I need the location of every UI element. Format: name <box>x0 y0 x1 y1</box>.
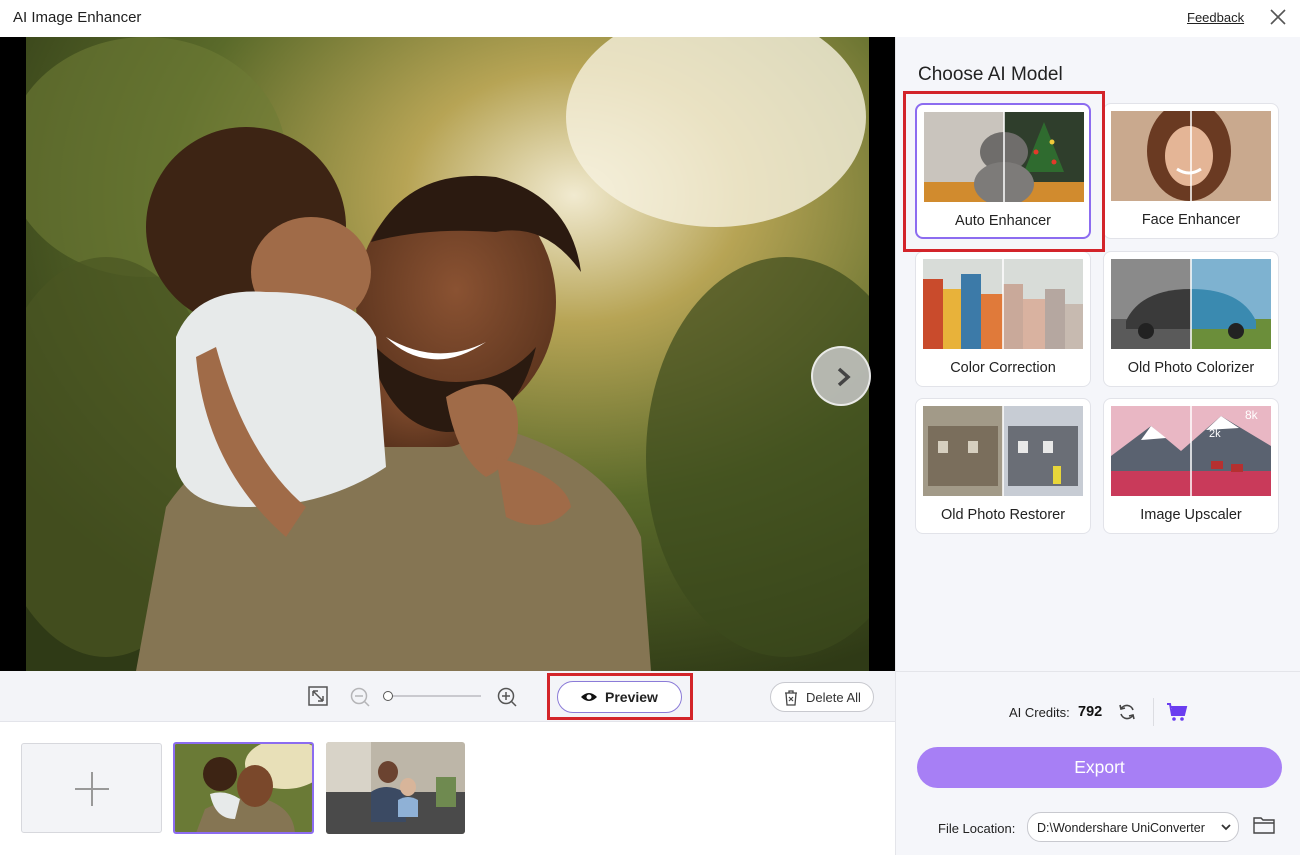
zoom-in-icon[interactable] <box>496 686 518 708</box>
feedback-link[interactable]: Feedback <box>1187 10 1244 25</box>
model-label: Old Photo Colorizer <box>1127 360 1255 376</box>
preview-label: Preview <box>605 689 658 705</box>
face-enhancer-preview <box>1111 111 1271 201</box>
eye-icon <box>581 693 597 701</box>
app-title: AI Image Enhancer <box>13 9 142 26</box>
trash-icon <box>785 690 797 706</box>
thumbnail-strip <box>0 722 895 855</box>
file-location-select[interactable]: D:\Wondershare UniConverter <box>1027 812 1239 842</box>
panel-divider <box>896 671 1300 672</box>
folder-icon[interactable] <box>1253 815 1275 835</box>
ai-credits-value: 792 <box>1078 704 1103 720</box>
model-card-face-enhancer[interactable]: Face Enhancer <box>1103 103 1279 239</box>
thumbnail-2[interactable] <box>326 742 465 834</box>
main-photo <box>26 37 869 671</box>
model-label: Face Enhancer <box>1141 212 1241 228</box>
zoom-slider-track[interactable] <box>387 695 481 697</box>
old-photo-restorer-preview <box>923 406 1083 496</box>
model-label: Auto Enhancer <box>955 213 1051 229</box>
close-icon <box>1270 9 1286 25</box>
delete-all-button[interactable]: Delete All <box>770 682 874 712</box>
thumbnail-1[interactable] <box>173 742 314 834</box>
zoom-slider-handle[interactable] <box>383 691 393 701</box>
credits-divider <box>1153 698 1154 726</box>
old-photo-colorizer-preview <box>1111 259 1271 349</box>
zoom-out-icon[interactable] <box>349 686 371 708</box>
image-upscaler-preview: 8k 2k <box>1111 406 1271 496</box>
model-label: Old Photo Restorer <box>940 507 1066 523</box>
chevron-right-icon <box>837 367 851 387</box>
model-card-color-correction[interactable]: Color Correction <box>915 251 1091 387</box>
close-button[interactable] <box>1267 6 1289 28</box>
model-card-image-upscaler[interactable]: 8k 2k Image Upscaler <box>1103 398 1279 534</box>
plus-icon <box>75 772 109 806</box>
image-canvas <box>0 37 895 671</box>
ai-credits-row: AI Credits: 792 <box>896 698 1300 735</box>
image-toolbar: Preview Delete All <box>0 671 895 722</box>
upscale-badge-2k: 2k <box>1209 428 1221 440</box>
upscale-badge-8k: 8k <box>1245 408 1258 422</box>
model-label: Image Upscaler <box>1140 507 1242 523</box>
title-bar: AI Image Enhancer Feedback <box>0 0 1300 36</box>
color-correction-preview <box>923 259 1083 349</box>
export-button[interactable]: Export <box>917 747 1282 788</box>
model-panel: Choose AI Model Auto Enhancer Face Enhan… <box>895 37 1300 855</box>
delete-all-label: Delete All <box>806 690 861 705</box>
cart-icon[interactable] <box>1166 702 1188 722</box>
auto-enhancer-preview <box>924 112 1084 202</box>
chevron-down-icon <box>1221 824 1231 831</box>
model-card-old-photo-restorer[interactable]: Old Photo Restorer <box>915 398 1091 534</box>
file-location-value: D:\Wondershare UniConverter <box>1037 821 1205 835</box>
next-image-button[interactable] <box>811 346 871 406</box>
refresh-icon[interactable] <box>1117 702 1137 722</box>
file-location-label: File Location: <box>938 821 1016 836</box>
preview-button[interactable]: Preview <box>557 681 682 713</box>
ai-credits-label: AI Credits: <box>1009 705 1070 720</box>
add-image-button[interactable] <box>21 743 162 833</box>
panel-title: Choose AI Model <box>918 64 1063 85</box>
model-label: Color Correction <box>950 360 1056 376</box>
model-card-auto-enhancer[interactable]: Auto Enhancer <box>915 103 1091 239</box>
model-card-old-photo-colorizer[interactable]: Old Photo Colorizer <box>1103 251 1279 387</box>
fit-screen-icon[interactable] <box>307 685 329 707</box>
